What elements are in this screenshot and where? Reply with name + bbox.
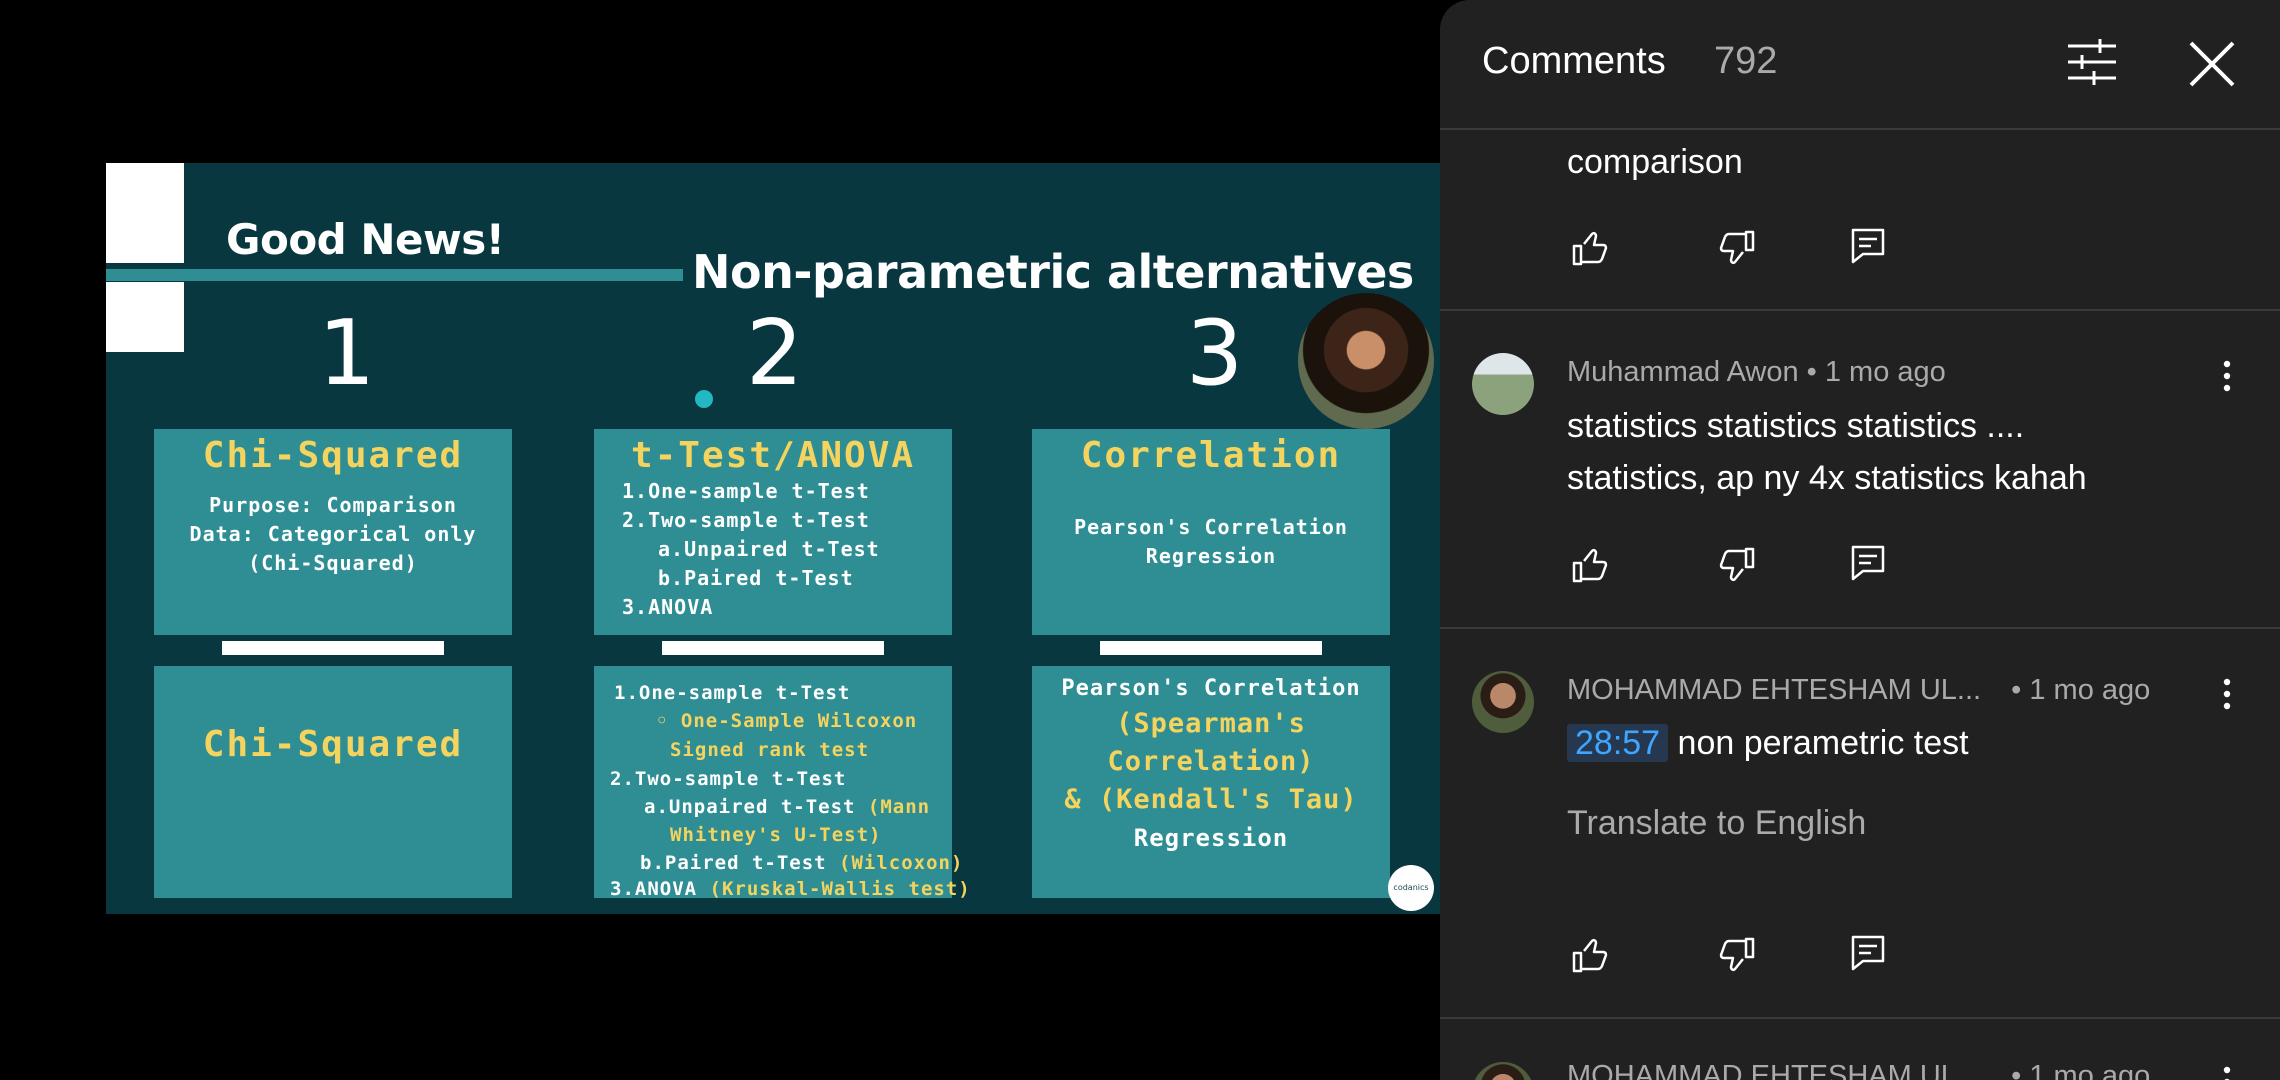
- comment-divider: [1440, 1017, 2280, 1019]
- separator-line: [662, 641, 884, 655]
- slide-number-2: 2: [746, 301, 804, 406]
- close-icon[interactable]: [2188, 40, 2236, 88]
- channel-logo: codanics: [1388, 865, 1434, 911]
- box-line: Data: Categorical only: [189, 522, 477, 546]
- box-ttest-anova: t-Test/ANOVA 1.One-sample t-Test 2.Two-s…: [594, 429, 952, 635]
- box-title: Correlation: [1080, 435, 1342, 476]
- more-vert-icon[interactable]: [2212, 674, 2242, 714]
- comments-count: 792: [1714, 40, 1778, 82]
- more-vert-icon[interactable]: [2212, 356, 2242, 396]
- box-line: 1.One-sample t-Test: [614, 682, 851, 704]
- box-chi-squared: Chi-Squared Purpose: Comparison Data: Ca…: [154, 429, 512, 635]
- separator-line: [222, 641, 444, 655]
- box-line: b.Paired t-Test (Wilcoxon): [640, 852, 964, 874]
- slide-dot: [695, 390, 713, 408]
- avatar[interactable]: [1472, 353, 1534, 415]
- box-title: Chi-Squared: [202, 435, 464, 476]
- thumb-down-icon[interactable]: [1717, 935, 1757, 975]
- box-line: Regression: [1145, 544, 1277, 568]
- thumb-down-icon[interactable]: [1717, 545, 1757, 585]
- slide-number-1: 1: [318, 301, 376, 406]
- box-line: 3.ANOVA: [622, 595, 714, 619]
- translate-button[interactable]: Translate to English: [1567, 804, 1866, 843]
- separator-line: [1100, 641, 1322, 655]
- box-line: 1.One-sample t-Test: [622, 479, 870, 503]
- box-line: Signed rank test: [670, 739, 870, 761]
- reply-icon[interactable]: [1848, 933, 1888, 973]
- reply-icon[interactable]: [1848, 543, 1888, 583]
- thumb-up-icon[interactable]: [1570, 228, 1610, 268]
- slide-good-news: Good News!: [226, 215, 505, 264]
- comment-meta: Muhammad Awon • 1 mo ago: [1567, 356, 1946, 388]
- box-line: (Spearman's: [1116, 708, 1306, 739]
- box-line: a.Unpaired t-Test: [658, 537, 880, 561]
- thumb-down-icon[interactable]: [1717, 228, 1757, 268]
- filter-icon[interactable]: [2066, 38, 2118, 86]
- comment-text: statistics statistics statistics ....: [1567, 407, 2025, 445]
- box-line: 2.Two-sample t-Test: [610, 768, 847, 790]
- video-player[interactable]: Good News! Non-parametric alternatives 1…: [106, 163, 1440, 914]
- box-line: ◦ One-Sample Wilcoxon: [656, 710, 918, 732]
- slide-decoration: [106, 163, 184, 263]
- box-line: (Chi-Squared): [248, 551, 418, 575]
- comments-panel: Comments 792 comparison Muhammad Awon • …: [1440, 0, 2280, 1080]
- comment-text: statistics, ap ny 4x statistics kahah: [1567, 459, 2087, 497]
- box-line: Correlation): [1107, 746, 1315, 777]
- comments-title: Comments: [1482, 40, 1666, 82]
- box-line: Whitney's U-Test): [670, 824, 882, 846]
- box-ttest-alt: 1.One-sample t-Test ◦ One-Sample Wilcoxo…: [594, 666, 970, 900]
- slide-decoration: [106, 282, 184, 352]
- box-line: a.Unpaired t-Test (Mann: [644, 796, 931, 818]
- comments-header: Comments 792: [1440, 0, 2280, 130]
- avatar[interactable]: [1472, 1062, 1534, 1080]
- box-title: Chi-Squared: [202, 724, 464, 765]
- comment-meta: MOHAMMAD EHTESHAM UL... • 1 mo ago: [1567, 1060, 2151, 1080]
- thumb-up-icon[interactable]: [1570, 935, 1610, 975]
- box-line: & (Kendall's Tau): [1064, 784, 1358, 815]
- thumb-up-icon[interactable]: [1570, 545, 1610, 585]
- presenter-avatar: [1298, 293, 1434, 429]
- comment-divider: [1440, 309, 2280, 311]
- box-line: Pearson's Correlation: [1061, 676, 1361, 701]
- box-line: b.Paired t-Test: [658, 566, 854, 590]
- reply-icon[interactable]: [1848, 226, 1888, 266]
- box-correlation-alt: Pearson's Correlation (Spearman's Correl…: [1032, 666, 1390, 898]
- box-line: Regression: [1133, 824, 1289, 852]
- box-title: t-Test/ANOVA: [630, 435, 916, 476]
- more-vert-icon[interactable]: [2212, 1062, 2242, 1080]
- box-line: 2.Two-sample t-Test: [622, 508, 870, 532]
- box-correlation: Correlation Pearson's Correlation Regres…: [1032, 429, 1390, 635]
- avatar[interactable]: [1472, 671, 1534, 733]
- box-chi-squared-alt: Chi-Squared: [154, 666, 512, 898]
- comment-divider: [1440, 627, 2280, 629]
- box-line: Pearson's Correlation: [1074, 515, 1348, 539]
- box-line: 3.ANOVA (Kruskal-Wallis test): [610, 878, 971, 900]
- timestamp-link[interactable]: 28:57: [1567, 724, 1669, 762]
- comment-text: 28:57 non perametric test: [1567, 717, 1969, 769]
- comment-meta: MOHAMMAD EHTESHAM UL... • 1 mo ago: [1567, 674, 2151, 706]
- slide-number-3: 3: [1186, 301, 1244, 406]
- slide-divider: [106, 269, 683, 281]
- box-line: Purpose: Comparison: [209, 493, 457, 517]
- slide-title: Non-parametric alternatives: [692, 245, 1414, 299]
- comment-text: comparison: [1567, 143, 1743, 181]
